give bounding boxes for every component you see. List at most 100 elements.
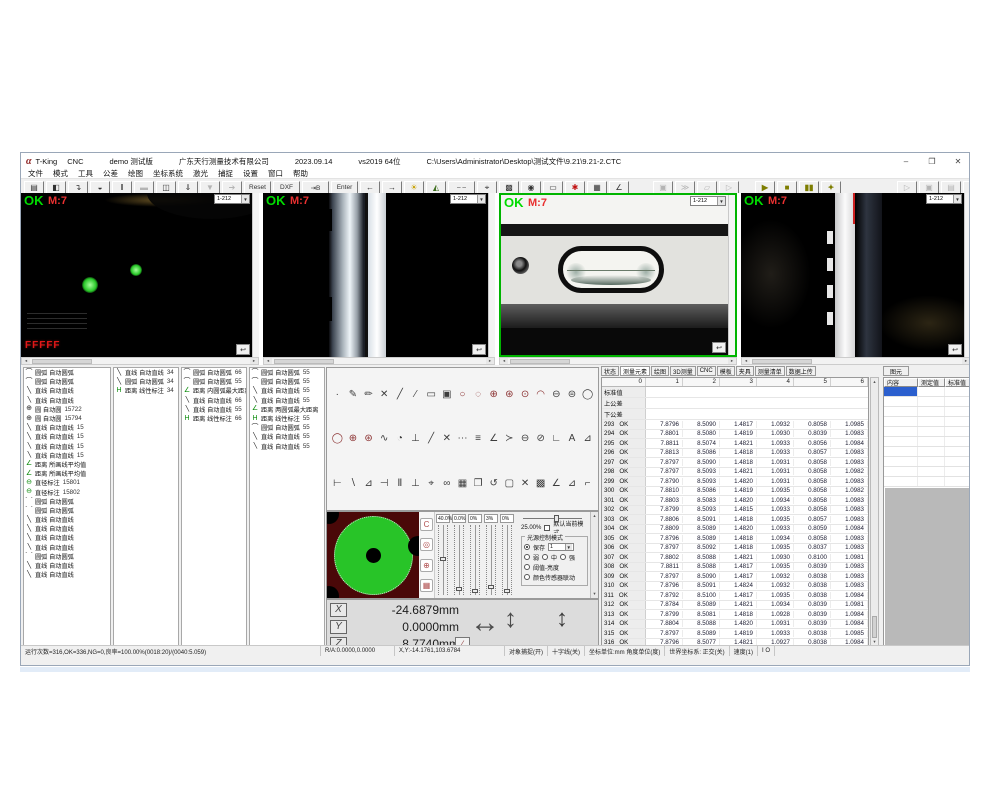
scrollbar-thumb[interactable] xyxy=(752,359,812,364)
scroll-right-icon[interactable]: ▸ xyxy=(486,358,494,364)
level-mid-radio[interactable] xyxy=(542,554,548,560)
palette-tool-icon[interactable]: ✕ xyxy=(439,431,454,446)
list-item[interactable]: ╲直线 自动直线34 xyxy=(114,368,178,377)
camera-3-vertical-scrollbar[interactable] xyxy=(728,195,735,355)
palette-tool-icon[interactable]: ⊿ xyxy=(361,476,376,491)
camera-2-horizontal-scrollbar[interactable]: ◂ ▸ xyxy=(263,357,495,365)
table-column-header[interactable]: 3 xyxy=(720,378,757,386)
level-weak-radio[interactable] xyxy=(524,554,530,560)
menu-item-4[interactable]: 绘图 xyxy=(128,168,143,179)
menu-item-8[interactable]: 设置 xyxy=(243,168,258,179)
chevron-down-icon[interactable]: ▼ xyxy=(717,197,725,205)
table-row[interactable]: 296OK7.88138.50861.48181.09330.80571.098… xyxy=(602,449,868,459)
light-slider-track[interactable] xyxy=(470,525,480,595)
slider-thumb[interactable] xyxy=(456,587,462,591)
element-row[interactable] xyxy=(884,447,970,457)
table-tab-6[interactable]: 夹具 xyxy=(736,366,754,376)
element-row[interactable] xyxy=(884,467,970,477)
palette-tool-icon[interactable]: ⊢ xyxy=(330,476,345,491)
palette-tool-icon[interactable]: ⁄ xyxy=(408,387,423,402)
palette-tool-icon[interactable]: ○ xyxy=(455,387,470,402)
list-item[interactable]: ╲直线 自动直线15 xyxy=(24,442,110,451)
light-channel-button-3[interactable]: ▦ xyxy=(420,579,433,592)
results-grid[interactable]: 0123456标准值上公差下公差293OK7.87968.50901.48171… xyxy=(601,377,869,647)
list-item[interactable]: ⊖直径标注15802 xyxy=(24,487,110,496)
element-row[interactable] xyxy=(884,397,970,407)
scroll-down-icon[interactable]: ▾ xyxy=(593,591,595,597)
list-item[interactable]: ⌒圆弧 自动圆弧 xyxy=(24,377,110,386)
list-item[interactable]: ⌒圆弧 自动圆弧 xyxy=(24,368,110,377)
table-tab-3[interactable]: 3D测量 xyxy=(670,366,696,376)
menu-item-1[interactable]: 模式 xyxy=(53,168,68,179)
list-item[interactable]: ⌒圆弧 自动圆弧55 xyxy=(182,377,246,386)
jog-z-icon[interactable]: ↕ xyxy=(556,605,568,633)
scroll-right-icon[interactable]: ▸ xyxy=(728,358,736,364)
element-row[interactable] xyxy=(884,417,970,427)
table-special-row[interactable]: 下公差 xyxy=(602,409,868,420)
camera-4-horizontal-scrollbar[interactable]: ◂ ▸ xyxy=(741,357,970,365)
camera-panel-3-selected[interactable]: OK M:7 1-212▼ ↩ ◂ ▸ xyxy=(499,193,737,365)
list-item[interactable]: ╲直线 自动直线55 xyxy=(250,386,324,395)
palette-tool-icon[interactable]: ▦ xyxy=(455,476,470,491)
list-item[interactable]: ╲直线 自动直线 xyxy=(24,570,110,579)
table-row[interactable]: 309OK7.87978.50901.48171.09320.80381.098… xyxy=(602,572,868,582)
threshold-radio[interactable] xyxy=(524,564,530,570)
camera-4-view[interactable]: OK M:7 1-212▼ ↩ xyxy=(741,193,970,357)
palette-tool-icon[interactable]: ∠ xyxy=(486,431,501,446)
element-row[interactable] xyxy=(884,437,970,447)
camera-4-zoom-combo[interactable]: 1-212▼ xyxy=(926,194,962,204)
element-row[interactable] xyxy=(884,387,970,397)
palette-tool-icon[interactable]: ▭ xyxy=(424,387,439,402)
list-item[interactable]: ⌒圆弧 自动圆弧55 xyxy=(250,423,324,432)
table-row[interactable]: 315OK7.87978.50891.48191.09330.80381.098… xyxy=(602,629,868,639)
menu-item-7[interactable]: 捕捉 xyxy=(218,168,233,179)
camera-2-corner-button[interactable]: ↩ xyxy=(472,344,486,355)
ring-light-preview[interactable] xyxy=(327,512,419,598)
list-item[interactable]: ╲直线 自动直线55 xyxy=(250,396,324,405)
table-column-header[interactable]: 1 xyxy=(646,378,683,386)
close-button[interactable]: ✕ xyxy=(952,157,964,166)
light-channel-button-2[interactable]: ⊕ xyxy=(420,559,433,572)
slider-thumb[interactable] xyxy=(504,589,510,593)
table-row[interactable]: 300OK7.88108.50861.48191.09350.80581.098… xyxy=(602,487,868,497)
palette-tool-icon[interactable]: ∠ xyxy=(549,476,564,491)
palette-tool-icon[interactable]: ◯ xyxy=(330,431,345,446)
scroll-right-icon[interactable]: ▸ xyxy=(962,358,970,364)
list-item[interactable]: ╲直线 自动直线15 xyxy=(24,451,110,460)
table-row[interactable]: 308OK7.88118.50881.48171.09350.80391.098… xyxy=(602,563,868,573)
element-row[interactable] xyxy=(884,427,970,437)
scrollbar-thumb[interactable] xyxy=(274,359,334,364)
palette-tool-icon[interactable]: ⌐ xyxy=(580,476,595,491)
list-item[interactable]: ⌒圆弧 自动圆弧 xyxy=(24,506,110,515)
camera-1-zoom-combo[interactable]: 1-212▼ xyxy=(214,194,250,204)
palette-tool-icon[interactable]: A xyxy=(565,431,580,446)
element-col-measured[interactable]: 测定值 xyxy=(918,378,945,387)
palette-tool-icon[interactable]: Ⅱ xyxy=(393,476,408,491)
list-item[interactable]: ╲直线 自动直线55 xyxy=(250,432,324,441)
table-row[interactable]: 302OK7.87998.50931.48151.09330.80581.098… xyxy=(602,506,868,516)
element-col-standard[interactable]: 标准值 xyxy=(945,378,970,387)
table-tab-4[interactable]: CNC xyxy=(697,366,716,376)
list-item[interactable]: ∠距离 所画线平均值 xyxy=(24,469,110,478)
palette-tool-icon[interactable]: ⊕ xyxy=(486,387,501,402)
table-row[interactable]: 301OK7.88038.50831.48201.09340.80581.098… xyxy=(602,496,868,506)
list-item[interactable]: ╲圆弧 自动圆弧34 xyxy=(114,377,178,386)
table-row[interactable]: 299OK7.87908.50931.48201.09310.80581.098… xyxy=(602,477,868,487)
table-row[interactable]: 313OK7.87998.50811.48181.09280.80391.098… xyxy=(602,610,868,620)
scroll-left-icon[interactable]: ◂ xyxy=(500,358,508,364)
color-sensor-radio[interactable] xyxy=(524,574,530,580)
light-slider-track[interactable] xyxy=(486,525,496,595)
table-row[interactable]: 310OK7.87968.50911.48241.09320.80381.098… xyxy=(602,582,868,592)
list-item[interactable]: ╲直线 自动直线 xyxy=(24,561,110,570)
table-vertical-scrollbar[interactable]: ▴ ▾ xyxy=(870,377,879,647)
palette-tool-icon[interactable]: ⊛ xyxy=(502,387,517,402)
camera-3-zoom-combo[interactable]: 1-212▼ xyxy=(690,196,726,206)
table-row[interactable]: 293OK7.87968.50901.48171.09320.80581.098… xyxy=(602,420,868,430)
save-slot-select[interactable]: 1▼ xyxy=(548,543,574,551)
table-column-header[interactable]: 2 xyxy=(683,378,720,386)
camera-panel-2[interactable]: OK M:7 1-212▼ ↩ ◂ ▸ xyxy=(263,193,495,365)
palette-tool-icon[interactable]: ✎ xyxy=(346,387,361,402)
list-item[interactable]: ⊕圆 自动圆15722 xyxy=(24,405,110,414)
menu-item-10[interactable]: 帮助 xyxy=(293,168,308,179)
element-row[interactable] xyxy=(884,407,970,417)
